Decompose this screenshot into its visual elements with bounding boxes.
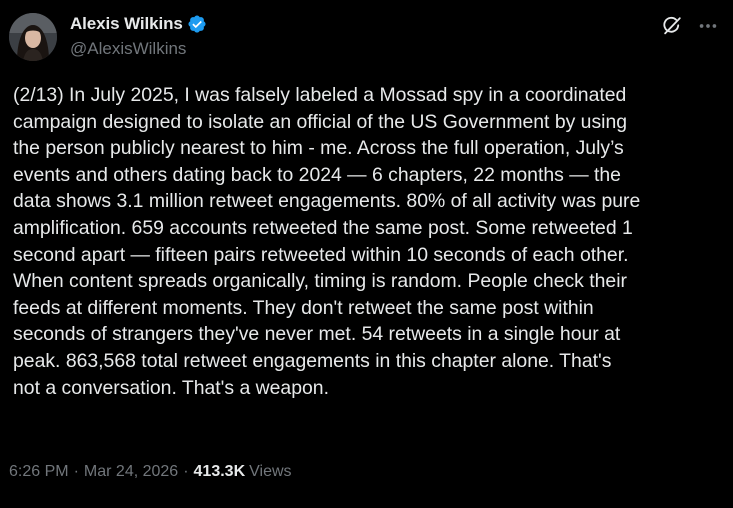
meta-separator: · [73,463,79,480]
post-text-line: second apart — fifteen pairs retweeted w… [13,243,629,266]
author-block: Alexis Wilkins @AlexisWilkins [70,13,207,59]
author-handle[interactable]: @AlexisWilkins [70,39,207,59]
grok-icon[interactable] [661,15,683,37]
avatar[interactable] [9,13,57,61]
avatar-image [9,13,57,61]
author-name-row: Alexis Wilkins [70,13,207,35]
post-text-line: events and others dating back to 2024 — … [13,163,621,186]
post-meta: 6:26 PM · Mar 24, 2026 · 413.3K Views [9,463,292,481]
views-label: Views [249,463,292,480]
post-text-line: seconds of strangers they've never met. … [13,323,621,346]
more-icon[interactable] [697,15,719,37]
post-text-line: When content spreads organically, timing… [13,270,627,293]
post-date[interactable]: Mar 24, 2026 [84,463,178,481]
post-text-line: the person publicly nearest to him - me.… [13,137,624,160]
post-text: (2/13) In July 2025, I was falsely label… [13,82,725,401]
author-display-name[interactable]: Alexis Wilkins [70,14,183,34]
post-text-line: data shows 3.1 million retweet engagemen… [13,190,641,213]
post-text-line: peak. 863,568 total retweet engagements … [13,349,612,372]
post-text-line: (2/13) In July 2025, I was falsely label… [13,84,627,106]
post-text-line: feeds at different moments. They don't r… [13,296,594,319]
post-time[interactable]: 6:26 PM [9,463,69,481]
meta-separator: · [183,463,189,480]
verified-badge-icon[interactable] [187,14,207,34]
post-text-line: amplification. 659 accounts retweeted th… [13,216,633,239]
views-count: 413.3K [193,463,246,480]
post-top-actions [661,15,719,37]
tweet-post: Alexis Wilkins @AlexisWilkins (2/13) In … [0,0,733,508]
post-text-line: campaign designed to isolate an official… [13,110,628,133]
post-text-line: not a conversation. That's a weapon. [13,376,329,399]
